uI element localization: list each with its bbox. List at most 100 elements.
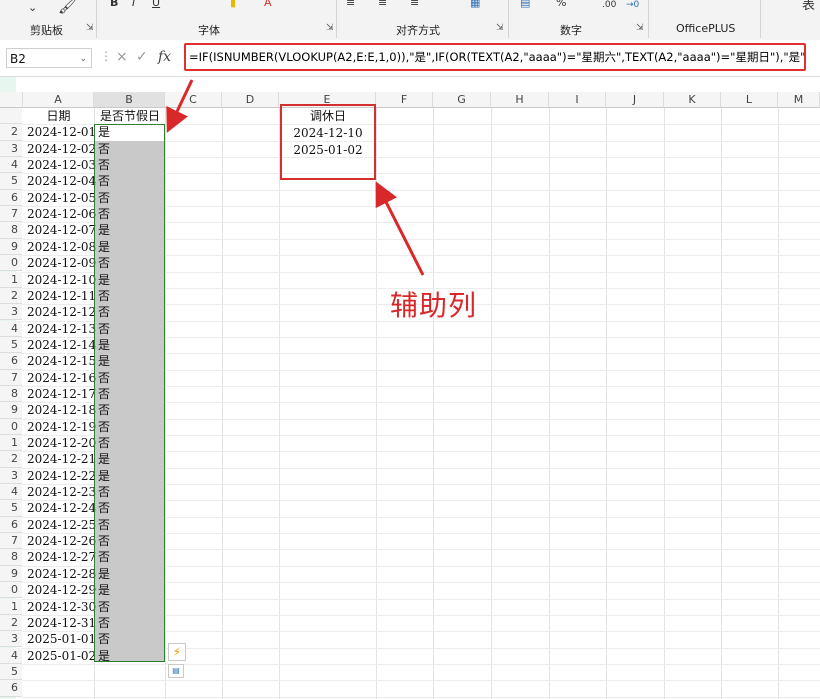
column-header-m[interactable]: M (778, 92, 820, 108)
row-header-21[interactable]: 1 (0, 435, 22, 452)
cell-date[interactable]: 2024-12-17 (23, 386, 96, 402)
cell-date[interactable]: 2024-12-21 (23, 451, 96, 467)
cell-date[interactable]: 2024-12-03 (23, 157, 96, 173)
cell-date[interactable]: 2024-12-09 (23, 255, 96, 271)
cell-date[interactable]: 2025-01-02 (23, 648, 96, 664)
row-header-19[interactable]: 9 (0, 402, 22, 419)
cell-date[interactable]: 2024-12-01 (23, 124, 96, 140)
column-header-b[interactable]: B (94, 92, 165, 108)
column-header-a[interactable]: A (23, 92, 94, 108)
row-header-24[interactable]: 4 (0, 484, 22, 501)
row-header-28[interactable]: 8 (0, 549, 22, 566)
row-header-10[interactable]: 0 (0, 255, 22, 272)
cell-date[interactable]: 2024-12-30 (23, 599, 96, 615)
column-header-c[interactable]: C (165, 92, 222, 108)
cell-date[interactable]: 2024-12-13 (23, 321, 96, 337)
cell-date[interactable]: 2024-12-12 (23, 304, 96, 320)
cell-date[interactable]: 2024-12-20 (23, 435, 96, 451)
merge-center-icon[interactable]: ▦ (470, 0, 480, 9)
row-header-29[interactable]: 9 (0, 565, 22, 583)
row-header-5[interactable]: 5 (0, 173, 22, 190)
row-header-23[interactable]: 3 (0, 467, 22, 484)
confirm-edit-icon[interactable]: ✓ (136, 49, 148, 65)
column-header-j[interactable]: J (606, 92, 664, 108)
row-header-9[interactable]: 9 (0, 238, 22, 256)
more-options-icon[interactable]: ⋮ (100, 49, 112, 63)
row-header-32[interactable]: 2 (0, 614, 22, 632)
row-header-35[interactable]: 5 (0, 663, 22, 681)
row-header-12[interactable]: 2 (0, 287, 22, 305)
currency-format-icon[interactable]: ▤ (520, 0, 530, 9)
row-header-1[interactable] (0, 108, 22, 125)
font-launcher-icon[interactable]: ⇲ (326, 23, 334, 33)
cell-date[interactable]: 2024-12-10 (23, 272, 96, 288)
row-header-27[interactable]: 7 (0, 533, 22, 550)
bold-icon[interactable]: B (110, 0, 118, 9)
select-all-corner[interactable] (0, 92, 23, 108)
font-color-icon[interactable]: A (264, 0, 272, 9)
row-header-18[interactable]: 8 (0, 385, 22, 403)
cell-date[interactable]: 2024-12-22 (23, 468, 96, 484)
clipboard-launcher-icon[interactable]: ⇲ (86, 23, 94, 33)
cell-date[interactable]: 2024-12-16 (23, 370, 96, 386)
row-header-36[interactable]: 6 (0, 680, 22, 697)
column-header-l[interactable]: L (721, 92, 778, 108)
row-header-2[interactable]: 2 (0, 124, 22, 141)
row-header-6[interactable]: 6 (0, 189, 22, 207)
row-header-7[interactable]: 7 (0, 206, 22, 223)
number-launcher-icon[interactable]: ⇲ (636, 23, 644, 33)
cell-date[interactable]: 2024-12-18 (23, 402, 96, 418)
insert-function-icon[interactable]: fx (158, 49, 171, 65)
row-header-30[interactable]: 0 (0, 582, 22, 599)
row-header-31[interactable]: 1 (0, 598, 22, 615)
column-header-d[interactable]: D (222, 92, 279, 108)
column-header-i[interactable]: I (549, 92, 606, 108)
cell-date[interactable]: 2025-01-01 (23, 631, 96, 647)
column-header-k[interactable]: K (664, 92, 721, 108)
fill-color-icon[interactable]: ▮ (230, 0, 236, 9)
row-header-20[interactable]: 0 (0, 418, 22, 435)
cell-date[interactable]: 2024-12-07 (23, 222, 96, 238)
italic-icon[interactable]: I (132, 0, 135, 9)
paste-dropdown-icon[interactable]: ⌄ (28, 2, 37, 14)
row-header-25[interactable]: 5 (0, 500, 22, 517)
column-header-g[interactable]: G (433, 92, 491, 108)
cell-b1[interactable]: 是否节假日 (95, 108, 165, 124)
cell-date[interactable]: 2024-12-14 (23, 337, 96, 353)
decrease-decimal-icon[interactable]: →0 (626, 0, 639, 11)
name-box[interactable]: B2 ⌄ (6, 48, 92, 68)
cell-date[interactable]: 2024-12-27 (23, 549, 96, 565)
row-header-8[interactable]: 8 (0, 222, 22, 239)
alignment-launcher-icon[interactable]: ⇲ (496, 23, 504, 33)
row-header-33[interactable]: 3 (0, 631, 22, 648)
underline-icon[interactable]: U (152, 0, 160, 9)
chevron-down-icon[interactable]: ⌄ (79, 49, 87, 69)
cell-date[interactable]: 2024-12-25 (23, 517, 96, 533)
cell-date[interactable]: 2024-12-28 (23, 566, 96, 582)
align-right-icon[interactable]: ≡ (410, 0, 419, 9)
row-header-11[interactable]: 1 (0, 271, 22, 288)
cell-date[interactable]: 2024-12-29 (23, 582, 96, 598)
row-header-34[interactable]: 4 (0, 647, 22, 664)
cell-date[interactable]: 2024-12-15 (23, 353, 96, 369)
column-header-f[interactable]: F (376, 92, 433, 108)
auto-fill-options-icon[interactable]: ▤ (168, 664, 184, 678)
row-header-14[interactable]: 4 (0, 320, 22, 337)
row-header-16[interactable]: 6 (0, 353, 22, 370)
cell-date[interactable]: 2024-12-19 (23, 419, 96, 435)
increase-decimal-icon[interactable]: .00 (602, 0, 616, 11)
cell-a1[interactable]: 日期 (23, 108, 94, 124)
column-header-h[interactable]: H (491, 92, 549, 108)
cell-date[interactable]: 2024-12-04 (23, 173, 96, 189)
align-center-icon[interactable]: ≡ (378, 0, 387, 9)
cell-date[interactable]: 2024-12-24 (23, 500, 96, 516)
row-header-26[interactable]: 6 (0, 516, 22, 534)
row-header-17[interactable]: 7 (0, 369, 22, 386)
row-header-13[interactable]: 3 (0, 304, 22, 321)
percent-icon[interactable]: % (556, 0, 566, 9)
format-painter-icon[interactable]: 🖌 (58, 0, 77, 14)
row-header-15[interactable]: 5 (0, 336, 22, 354)
cell-date[interactable]: 2024-12-05 (23, 190, 96, 206)
cell-date[interactable]: 2024-12-26 (23, 533, 96, 549)
cell-date[interactable]: 2024-12-06 (23, 206, 96, 222)
